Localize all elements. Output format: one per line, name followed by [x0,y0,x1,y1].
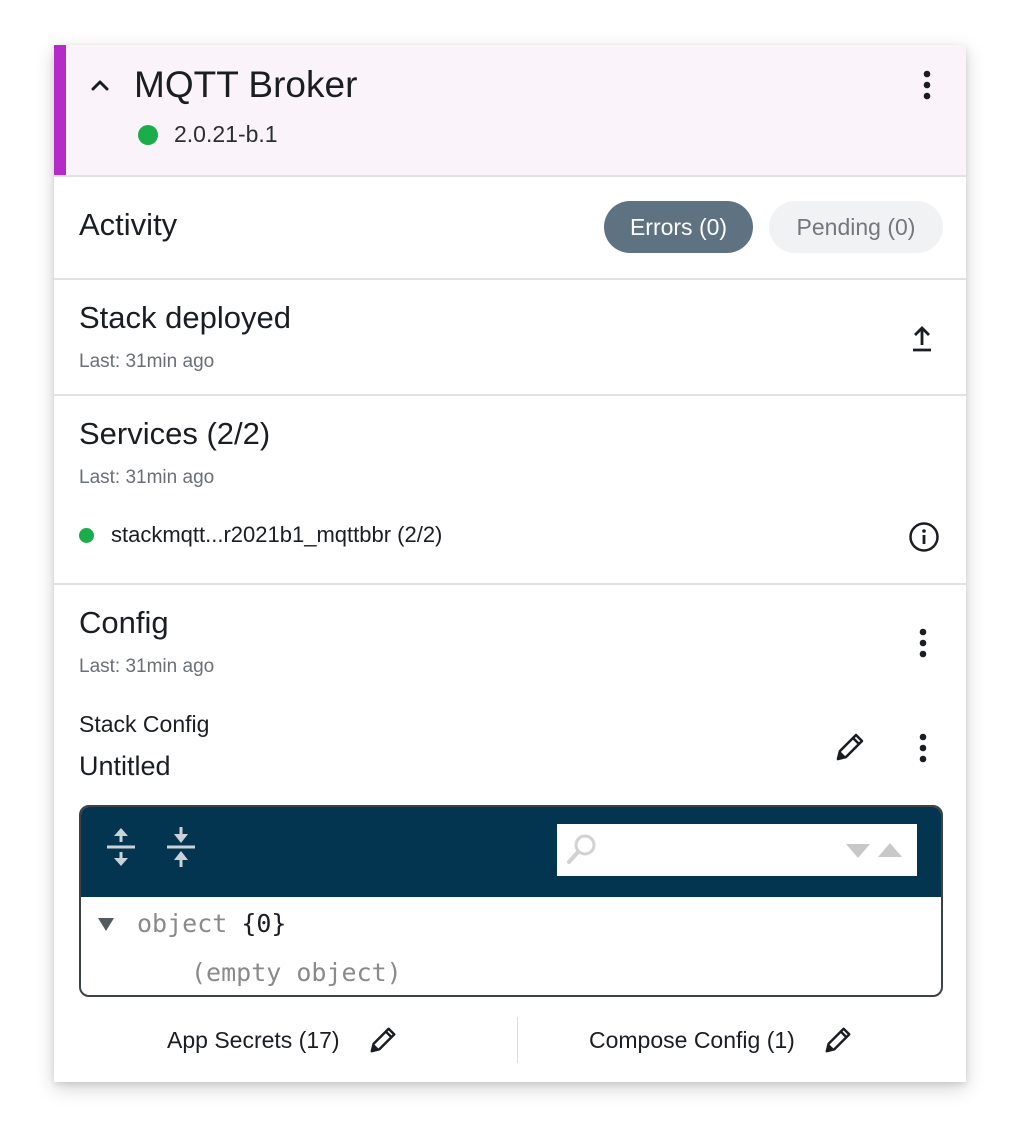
pencil-icon [370,1027,396,1053]
service-name: stackmqtt...r2021b1_mqttbbr (2/2) [111,522,443,547]
service-item: stackmqtt...r2021b1_mqttbbr (2/2) [79,522,442,548]
activity-title: Activity [79,207,178,242]
services-title: Services (2/2) [79,416,271,451]
more-vertical-icon [919,628,927,658]
chevron-up-icon [91,80,109,91]
errors-tab[interactable]: Errors (0) [604,201,753,253]
stack-deployed-title: Stack deployed [79,300,291,335]
deploy-button[interactable] [906,320,938,356]
stack-deployed-last: Last: 31min ago [79,351,215,372]
triangle-down-icon [98,917,114,931]
header-more-button[interactable] [915,65,939,105]
pencil-icon [836,733,864,761]
activity-section: Activity Errors (0) Pending (0) [54,177,966,280]
app-secrets-button[interactable]: App Secrets (17) [167,1015,398,1065]
json-search-box [557,824,917,876]
json-search-input[interactable] [605,832,839,868]
expand-all-button[interactable] [101,825,141,869]
version-label: 2.0.21-b.1 [174,121,278,147]
json-empty-text: (empty object) [191,958,402,987]
json-tree-value: {0} [241,909,287,938]
search-next-button[interactable] [843,836,873,864]
search-icon [567,834,596,864]
stack-config-name: Untitled [79,751,171,781]
pencil-icon [825,1027,851,1053]
stack-config-more-button[interactable] [911,728,935,768]
compose-config-label: Compose Config (1) [589,1026,795,1053]
json-tree-root: object {0} [95,909,286,938]
pending-tab[interactable]: Pending (0) [769,201,943,253]
service-status-dot [79,527,94,543]
triangle-down-icon [846,844,870,858]
footer-divider [517,1017,518,1063]
header-accent-bar [54,45,66,175]
stack-config-edit-button[interactable] [832,729,868,765]
config-title: Config [79,605,169,640]
app-title: MQTT Broker [134,64,358,105]
info-icon [909,522,939,552]
more-vertical-icon [923,70,931,100]
config-footer: App Secrets (17) Compose Config (1) [54,1015,966,1065]
json-editor: object {0} (empty object) [79,805,943,997]
config-last: Last: 31min ago [79,656,215,677]
collapse-all-icon [167,827,195,867]
services-last: Last: 31min ago [79,467,215,488]
app-card: MQTT Broker 2.0.21-b.1 Activity Errors (… [54,45,966,1082]
status-dot [138,124,158,145]
config-more-button[interactable] [911,623,935,663]
json-editor-toolbar [81,807,941,897]
stack-deployed-section: Stack deployed Last: 31min ago [54,280,966,396]
collapse-button[interactable] [84,69,116,101]
tree-toggle-button[interactable] [95,913,117,935]
services-section: Services (2/2) Last: 31min ago stackmqtt… [54,396,966,585]
version-row: 2.0.21-b.1 [138,121,278,148]
compose-config-button[interactable]: Compose Config (1) [589,1015,853,1065]
json-tree-key: object [137,909,228,938]
app-secrets-label: App Secrets (17) [167,1026,340,1053]
expand-all-icon [107,828,135,866]
triangle-up-icon [878,843,902,857]
service-info-button[interactable] [907,520,941,554]
upload-icon [913,326,931,352]
card-header: MQTT Broker 2.0.21-b.1 [54,45,966,177]
more-vertical-icon [919,733,927,763]
collapse-all-button[interactable] [161,825,201,869]
stack-config-label: Stack Config [79,711,210,737]
search-previous-button[interactable] [875,836,905,864]
